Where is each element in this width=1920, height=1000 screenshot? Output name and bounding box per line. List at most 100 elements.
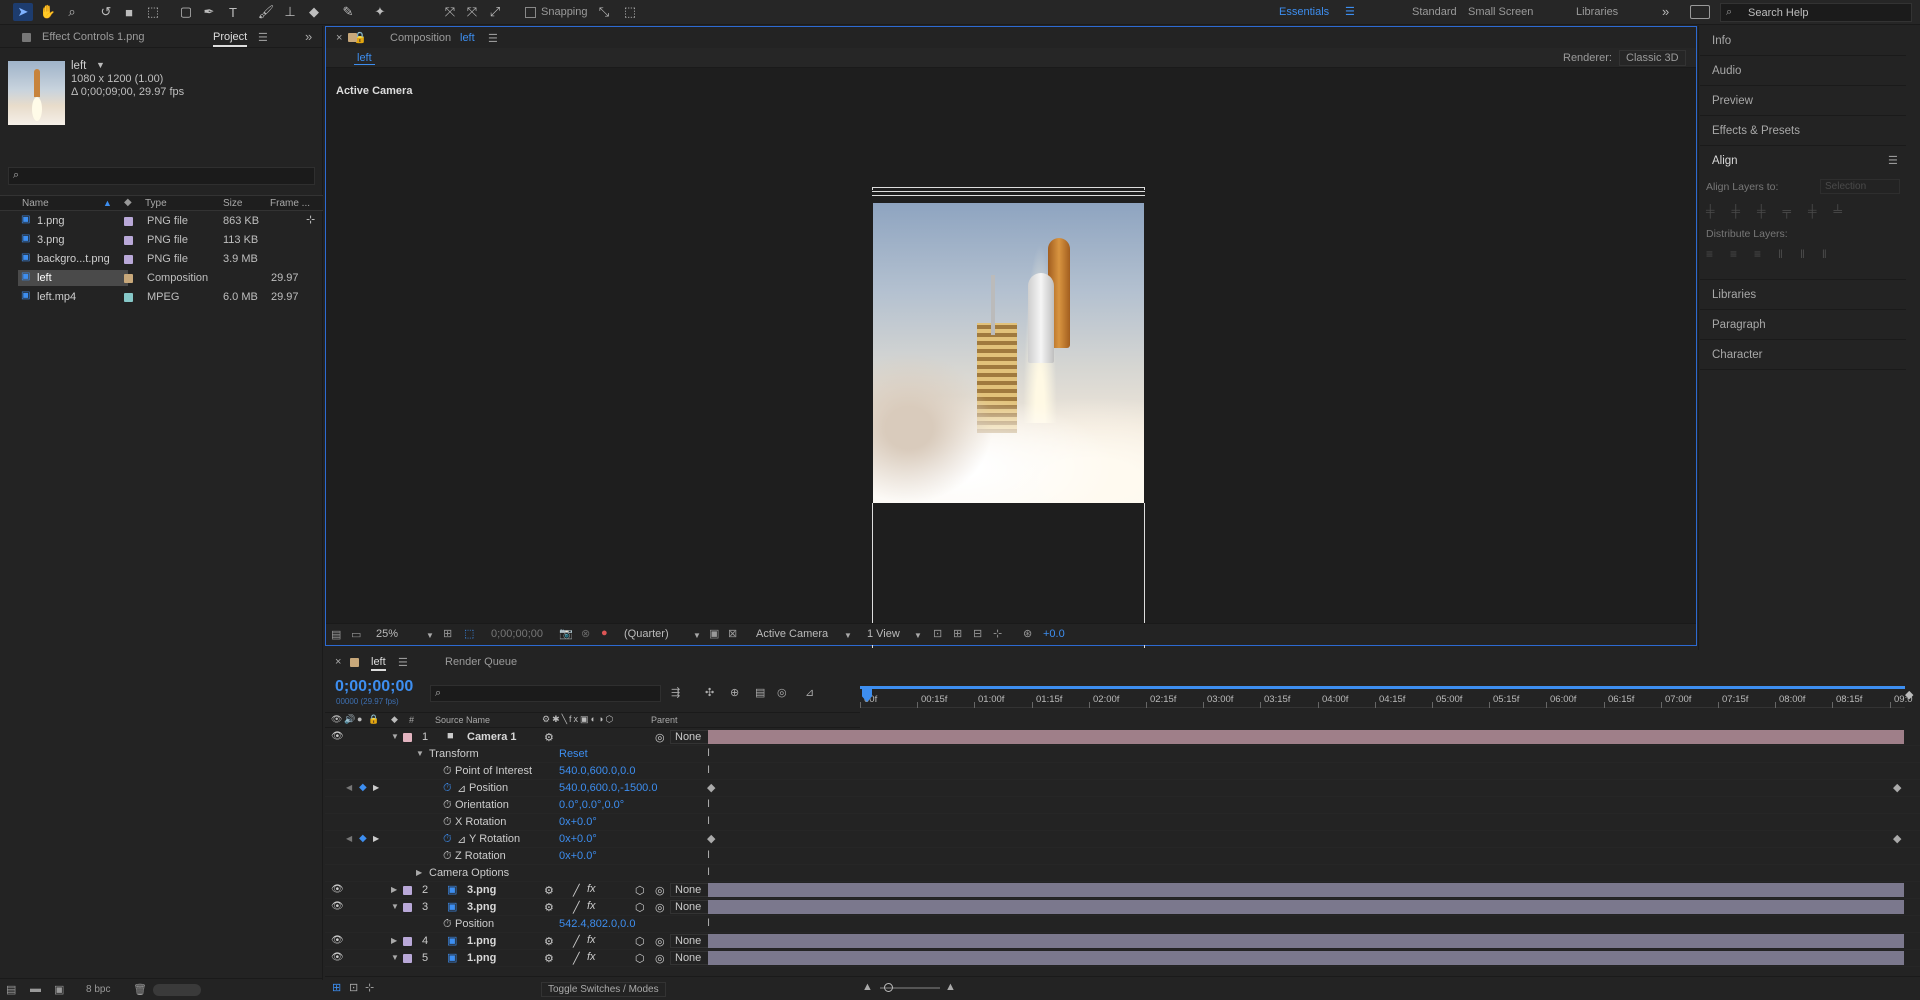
tab-timeline-left[interactable]: left [371,656,386,671]
project-file-row[interactable]: ▣ 3.png PNG file 113 KB [0,231,323,249]
transparency-grid-icon[interactable]: ⊠ [728,627,737,640]
expand-modes-icon[interactable]: ⊡ [349,981,358,994]
column-type[interactable]: Type [145,198,167,209]
sync-settings-icon[interactable] [1690,5,1710,19]
puppet-pin-tool-icon[interactable]: ✦ [370,3,390,21]
column-frame-rate[interactable]: Frame ... [270,198,310,209]
shy-switch-icon[interactable]: ⚙ [544,731,554,744]
expand-panels-icon[interactable]: » [305,29,312,44]
timeline-row[interactable]: ⏱ Orientation 0.0°,0.0°,0.0° I [325,797,1920,814]
parent-pickwhip-icon[interactable]: ◎ [655,901,665,914]
expand-timing-icon[interactable]: ⊹ [365,981,374,994]
timeline-row[interactable]: ⏱ Point of Interest 540.0,600.0,0.0 I [325,763,1920,780]
view-layout-dropdown[interactable]: 1 View [867,628,900,640]
tab-render-queue[interactable]: Render Queue [445,656,517,668]
label-column-icon[interactable]: ◆ [391,714,398,725]
next-keyframe-icon[interactable]: ▶ [373,783,379,792]
layer-name[interactable]: 1.png [467,952,496,964]
shy-switch-icon[interactable]: ⚙ [544,952,554,965]
video-switch-icon[interactable]: 👁 [331,714,342,725]
hand-tool-icon[interactable]: ✋ [38,3,58,21]
hide-shy-layers-icon[interactable]: ⊕ [730,686,739,699]
layer-name[interactable]: Camera 1 [467,731,517,743]
parent-pickwhip-icon[interactable]: ◎ [655,935,665,948]
stopwatch-icon[interactable]: ⏱ [443,918,452,931]
delete-icon[interactable]: 🗑 [133,983,147,996]
effects-switch-icon[interactable]: fx [587,951,596,963]
panel-preview[interactable]: Preview [1700,86,1906,116]
keyframe-end-icon[interactable]: ◆ [1893,781,1901,794]
composition-canvas[interactable] [872,187,1145,648]
layer-name[interactable]: 1.png [467,935,496,947]
align-to-dropdown[interactable]: Selection [1820,179,1900,194]
stopwatch-icon[interactable]: ⏱ [443,850,452,863]
prev-keyframe-icon[interactable]: ◀ [346,783,352,792]
layer-label-color[interactable] [403,886,412,895]
show-snapshot-icon[interactable]: ⊗ [581,627,590,640]
expand-arrow-icon[interactable]: ▶ [391,885,397,894]
quality-switch-icon[interactable]: ╱ [573,884,580,897]
close-tab-icon[interactable]: × [335,656,341,668]
stopwatch-icon[interactable]: ⏱ [443,816,452,829]
timeline-row[interactable]: ◀ ◆ ▶ ⏱ ⊿ Position 540.0,600.0,-1500.0 ◆ ◆ [325,780,1920,797]
reset-exposure-icon[interactable]: ⊛ [1023,627,1032,640]
distribute-buttons-icon[interactable]: ≡≡≡‖‖‖ [1706,247,1896,263]
effects-switch-icon[interactable]: fx [587,883,596,895]
panel-menu-icon[interactable]: ☰ [258,31,268,44]
workspace-essentials[interactable]: Essentials [1279,6,1329,18]
visibility-eye-icon[interactable]: 👁 [331,935,344,946]
flowchart-icon[interactable]: ⊹ [306,213,315,226]
visibility-eye-icon[interactable]: 👁 [331,884,344,895]
3d-layer-switch-icon[interactable]: ⬡ [635,952,645,965]
timeline-row[interactable]: ▼ Transform Reset I [325,746,1920,763]
interpret-footage-icon[interactable]: ▤ [6,983,16,996]
project-file-row[interactable]: ▣ backgro...t.png PNG file 3.9 MB [0,250,323,268]
reset-link[interactable]: Reset [559,748,588,760]
timeline-row[interactable]: ⏱ Z Rotation 0x+0.0° I [325,848,1920,865]
layer-duration-bar[interactable] [708,951,1904,965]
expand-arrow-icon[interactable]: ▶ [391,936,397,945]
sort-ascending-icon[interactable]: ▲ [103,198,112,208]
parent-pickwhip-icon[interactable]: ◎ [655,731,665,744]
stopwatch-icon[interactable]: ⏱ [443,799,452,812]
workspace-small-screen[interactable]: Small Screen [1468,6,1533,18]
expand-arrow-icon[interactable]: ▼ [416,749,424,758]
renderer-dropdown[interactable]: Classic 3D [1619,50,1686,66]
parent-pickwhip-icon[interactable]: ◎ [655,952,665,965]
layer-label-color[interactable] [403,903,412,912]
clone-stamp-tool-icon[interactable]: ⊥ [280,3,300,21]
file-label-color[interactable] [124,236,133,245]
snapshot-icon[interactable]: 📷 [559,627,573,640]
tab-effect-controls[interactable]: Effect Controls 1.png [42,31,145,43]
layer-duration-bar[interactable] [708,900,1904,914]
add-keyframe-icon[interactable]: ◆ [359,782,367,793]
project-file-row[interactable]: ▣ left Composition 29.97 [0,269,323,287]
file-label-color[interactable] [124,293,133,302]
brush-tool-icon[interactable]: 🖌 [256,3,276,21]
type-tool-icon[interactable]: T [223,3,243,21]
lock-switch-icon[interactable]: 🔒 [368,714,379,725]
visibility-eye-icon[interactable]: 👁 [331,952,344,963]
search-help-input[interactable]: Search Help [1748,7,1809,19]
stopwatch-icon[interactable]: ⏱ [443,782,452,795]
thumbnail-slider[interactable] [153,984,201,996]
always-preview-icon[interactable]: ▤ [331,628,341,641]
graph-editor-icon[interactable]: ⊿ [805,686,814,699]
timeline-icon[interactable]: ⊟ [973,627,982,640]
layer-name[interactable]: 3.png [467,901,496,913]
property-value[interactable]: 542.4,802.0,0.0 [559,918,635,930]
view-axis-icon[interactable]: ⤢ [485,3,505,21]
timeline-row[interactable]: ◀ ◆ ▶ ⏱ ⊿ Y Rotation 0x+0.0° ◆ ◆ [325,831,1920,848]
new-composition-icon[interactable]: ▣ [54,983,64,996]
timeline-current-time[interactable]: 0;00;00;00 [335,678,413,696]
workspace-libraries[interactable]: Libraries [1576,6,1618,18]
layer-duration-bar[interactable] [708,730,1904,744]
3d-layer-switch-icon[interactable]: ⬡ [635,901,645,914]
timeline-row[interactable]: 👁▼5▣1.png⚙╱fx⬡◎None▼ [325,950,1920,967]
file-label-color[interactable] [124,274,133,283]
motion-blur-icon[interactable]: ◎ [777,686,787,699]
property-value[interactable]: 0x+0.0° [559,850,597,862]
expand-arrow-icon[interactable]: ▼ [391,732,399,741]
region-of-interest-icon[interactable]: ▣ [709,627,719,640]
layer-label-color[interactable] [403,937,412,946]
